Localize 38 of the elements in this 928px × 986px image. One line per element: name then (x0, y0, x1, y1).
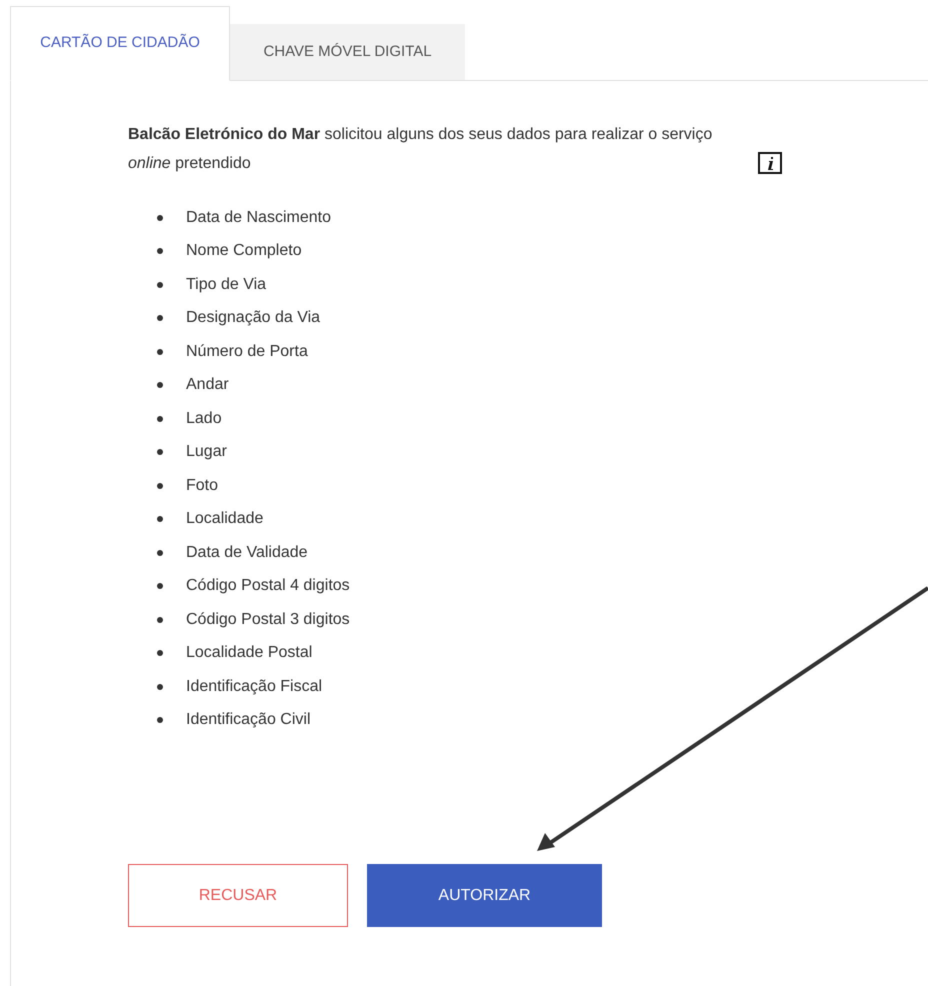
bullet-icon (157, 416, 163, 422)
list-item-text: Lado (186, 408, 222, 429)
bullet-icon (157, 214, 163, 221)
list-item-text: Data de Nascimento (186, 208, 331, 228)
list-item-text: Localidade Postal (186, 643, 312, 664)
authorize-button[interactable]: AUTORIZAR (367, 864, 602, 927)
list-item-text: Foto (186, 476, 218, 496)
bullet-icon (157, 550, 163, 556)
list-item-text: Identificação Civil (186, 710, 310, 730)
intro-text: Balcão Eletrónico do Mar solicitou alguns dos seus dados para realizar o serviço online pretendido (128, 125, 714, 174)
list-item-text: Tipo de Via (186, 274, 266, 295)
bullet-icon (157, 583, 163, 590)
bullet-icon (157, 516, 163, 522)
bullet-icon (157, 616, 163, 623)
list-item-text: Código Postal 3 digitos (186, 610, 350, 630)
bullet-icon (157, 482, 163, 489)
list-item-text: Identificação Fiscal (186, 676, 322, 697)
bullet-icon (157, 248, 163, 254)
bullet-icon (157, 348, 163, 355)
list-item-text: Número de Porta (186, 342, 308, 362)
bullet-icon (157, 684, 163, 690)
tab[interactable]: CHAVE MÓVEL DIGITAL (230, 24, 465, 81)
info-icon (758, 152, 782, 174)
list-item-text: Data de Validade (186, 542, 308, 563)
list-item-text: Nome Completo (186, 241, 302, 262)
list-item-text: Lugar (186, 442, 227, 462)
refuse-button[interactable]: RECUSAR (128, 864, 348, 927)
bullet-icon (157, 717, 163, 724)
list-item-text: Localidade (186, 509, 264, 530)
bullet-icon (157, 315, 163, 322)
list-item-text: Andar (186, 375, 229, 396)
bullet-icon (157, 449, 163, 456)
list-item-text: Código Postal 4 digitos (186, 576, 350, 596)
bullet-icon (157, 650, 163, 656)
list-item-text: Designação da Via (186, 308, 320, 328)
bullet-icon (157, 282, 163, 288)
bullet-icon (157, 382, 163, 388)
tab[interactable]: CARTÃO DE CIDADÃO (10, 6, 230, 81)
